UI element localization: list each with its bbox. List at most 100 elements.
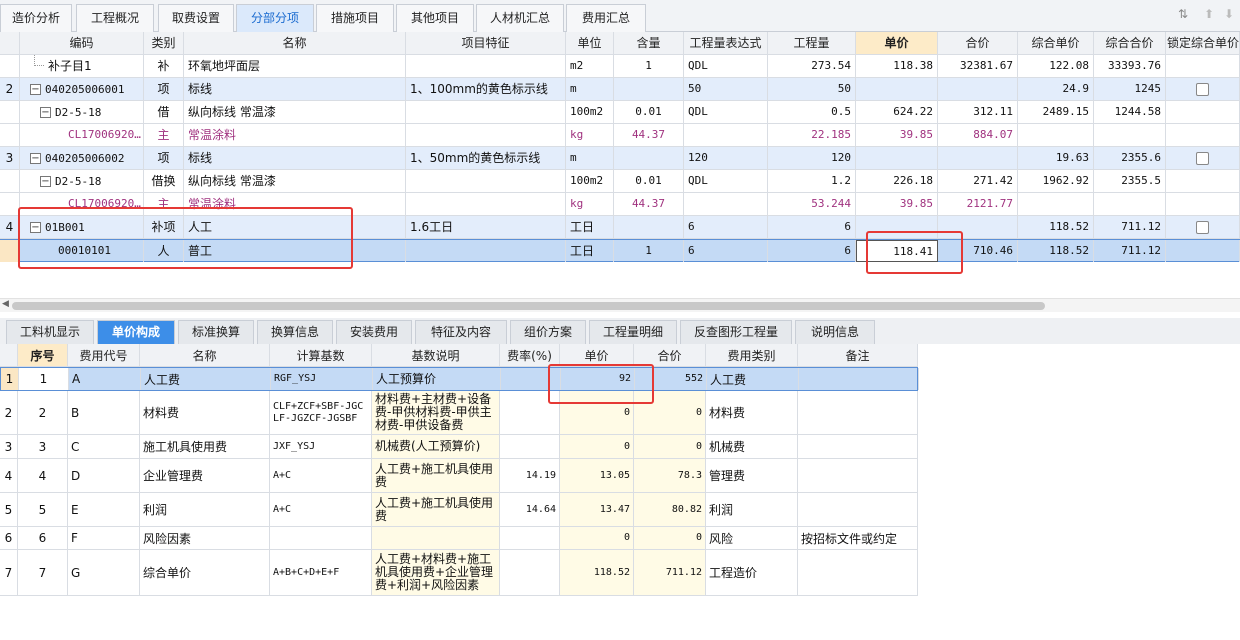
fee-calc-base[interactable]: A+B+C+D+E+F	[270, 550, 372, 595]
item-feature[interactable]	[406, 55, 566, 77]
item-name[interactable]: 标线	[184, 147, 406, 169]
tab-unit-price-breakdown[interactable]: 单价构成	[97, 320, 175, 344]
fee-remark[interactable]	[798, 459, 918, 492]
item-content[interactable]	[614, 78, 684, 100]
item-unit-price[interactable]: 39.85	[856, 124, 938, 146]
item-unit[interactable]: kg	[566, 124, 614, 146]
arrow-up-icon[interactable]: ⬆	[1204, 7, 1214, 21]
col-feature[interactable]: 项目特征	[406, 32, 566, 54]
fee-remark[interactable]	[798, 493, 918, 526]
item-name[interactable]: 环氧地坪面层	[184, 55, 406, 77]
fee-name[interactable]: 利润	[140, 493, 270, 526]
item-qty-expr[interactable]: QDL	[684, 101, 768, 123]
col-comp-total-price[interactable]: 综合合价	[1094, 32, 1166, 54]
item-category[interactable]: 项	[144, 147, 184, 169]
collapse-toggle-icon[interactable]: −	[30, 222, 41, 233]
item-code[interactable]: 00010101	[20, 240, 144, 262]
col-fee-total[interactable]: 合价	[634, 344, 706, 366]
scroll-thumb[interactable]	[12, 302, 1045, 310]
col-fee-type[interactable]: 费用类别	[706, 344, 798, 366]
item-content[interactable]: 44.37	[614, 124, 684, 146]
col-base-desc[interactable]: 基数说明	[372, 344, 500, 366]
fee-remark[interactable]	[799, 368, 919, 390]
col-content[interactable]: 含量	[614, 32, 684, 54]
fee-code[interactable]: B	[68, 391, 140, 434]
fee-seq[interactable]: 1	[19, 368, 69, 390]
item-content[interactable]: 0.01	[614, 101, 684, 123]
fee-seq[interactable]: 2	[18, 391, 68, 434]
fee-name[interactable]: 企业管理费	[140, 459, 270, 492]
item-unit[interactable]: m	[566, 147, 614, 169]
item-category[interactable]: 借	[144, 101, 184, 123]
col-code[interactable]: 编码	[20, 32, 144, 54]
fee-name[interactable]: 施工机具使用费	[140, 435, 270, 458]
item-name[interactable]: 人工	[184, 216, 406, 238]
fee-type[interactable]: 风险	[706, 527, 798, 549]
item-unit[interactable]: m2	[566, 55, 614, 77]
item-feature[interactable]: 1.6工日	[406, 216, 566, 238]
fee-name[interactable]: 风险因素	[140, 527, 270, 549]
fee-row[interactable]: 4 4 D 企业管理费 A+C 人工费+施工机具使用费 14.19 13.05 …	[0, 459, 918, 493]
item-feature[interactable]	[406, 101, 566, 123]
item-feature[interactable]	[406, 170, 566, 192]
tab-other-items[interactable]: 其他项目	[396, 4, 474, 32]
horizontal-scrollbar[interactable]: ◀	[0, 298, 1240, 312]
item-qty[interactable]: 22.185	[768, 124, 856, 146]
tab-pricing-plan[interactable]: 组价方案	[510, 320, 586, 344]
item-category[interactable]: 主	[144, 124, 184, 146]
item-unit[interactable]: 工日	[566, 216, 614, 238]
item-unit[interactable]: m	[566, 78, 614, 100]
filter-icon[interactable]: ⇅	[1178, 7, 1188, 21]
item-unit[interactable]: 工日	[566, 240, 614, 262]
table-row[interactable]: CL17006920… 主 常温涂料 kg 44.37 22.185 39.85…	[0, 124, 1240, 147]
fee-type[interactable]: 人工费	[707, 368, 799, 390]
item-category[interactable]: 补项	[144, 216, 184, 238]
fee-type[interactable]: 工程造价	[706, 550, 798, 595]
item-qty[interactable]: 53.244	[768, 193, 856, 215]
fee-rate[interactable]	[501, 368, 561, 390]
fee-code[interactable]: C	[68, 435, 140, 458]
fee-calc-base[interactable]: RGF_YSJ	[271, 368, 373, 390]
item-unit-price[interactable]: 226.18	[856, 170, 938, 192]
fee-seq[interactable]: 6	[18, 527, 68, 549]
tab-feature-content[interactable]: 特征及内容	[415, 320, 507, 344]
fee-code[interactable]: A	[69, 368, 141, 390]
fee-type[interactable]: 材料费	[706, 391, 798, 434]
item-qty[interactable]: 50	[768, 78, 856, 100]
fee-type[interactable]: 利润	[706, 493, 798, 526]
item-unit-price[interactable]	[856, 147, 938, 169]
lock-price-checkbox[interactable]	[1196, 221, 1209, 234]
item-unit[interactable]: kg	[566, 193, 614, 215]
item-category[interactable]: 借换	[144, 170, 184, 192]
item-unit-price[interactable]	[856, 216, 938, 238]
item-name[interactable]: 普工	[184, 240, 406, 262]
col-rate[interactable]: 费率(%)	[500, 344, 560, 366]
item-name[interactable]: 纵向标线 常温漆	[184, 101, 406, 123]
col-total-price[interactable]: 合价	[938, 32, 1018, 54]
item-feature[interactable]	[406, 193, 566, 215]
unit-price-edit-cell[interactable]: 118.41	[856, 240, 938, 262]
table-row[interactable]: − D2-5-18 借换 纵向标线 常温漆 100m2 0.01 QDL 1.2 …	[0, 170, 1240, 193]
collapse-toggle-icon[interactable]: −	[30, 153, 41, 164]
fee-seq[interactable]: 7	[18, 550, 68, 595]
lock-price-checkbox[interactable]	[1196, 152, 1209, 165]
tab-cost-analysis[interactable]: 造价分析	[0, 4, 72, 32]
item-content[interactable]	[614, 216, 684, 238]
tab-fee-settings[interactable]: 取费设置	[158, 4, 234, 32]
fee-name[interactable]: 综合单价	[140, 550, 270, 595]
item-qty-expr[interactable]: 6	[684, 240, 768, 262]
fee-calc-base[interactable]: JXF_YSJ	[270, 435, 372, 458]
item-qty[interactable]: 120	[768, 147, 856, 169]
scroll-left-icon[interactable]: ◀	[2, 299, 9, 309]
arrow-down-icon[interactable]: ⬇	[1224, 7, 1234, 21]
item-qty[interactable]: 6	[768, 216, 856, 238]
item-qty-expr[interactable]: QDL	[684, 170, 768, 192]
tab-standard-conversion[interactable]: 标准换算	[178, 320, 254, 344]
fee-name[interactable]: 材料费	[140, 391, 270, 434]
table-row[interactable]: − D2-5-18 借 纵向标线 常温漆 100m2 0.01 QDL 0.5 6…	[0, 101, 1240, 124]
fee-rate[interactable]	[500, 391, 560, 434]
tab-material-display[interactable]: 工料机显示	[6, 320, 94, 344]
table-row-selected[interactable]: 00010101 人 普工 工日 1 6 6 118.41 710.46 118…	[0, 239, 1240, 262]
tab-project-overview[interactable]: 工程概况	[76, 4, 154, 32]
item-unit-price[interactable]: 624.22	[856, 101, 938, 123]
